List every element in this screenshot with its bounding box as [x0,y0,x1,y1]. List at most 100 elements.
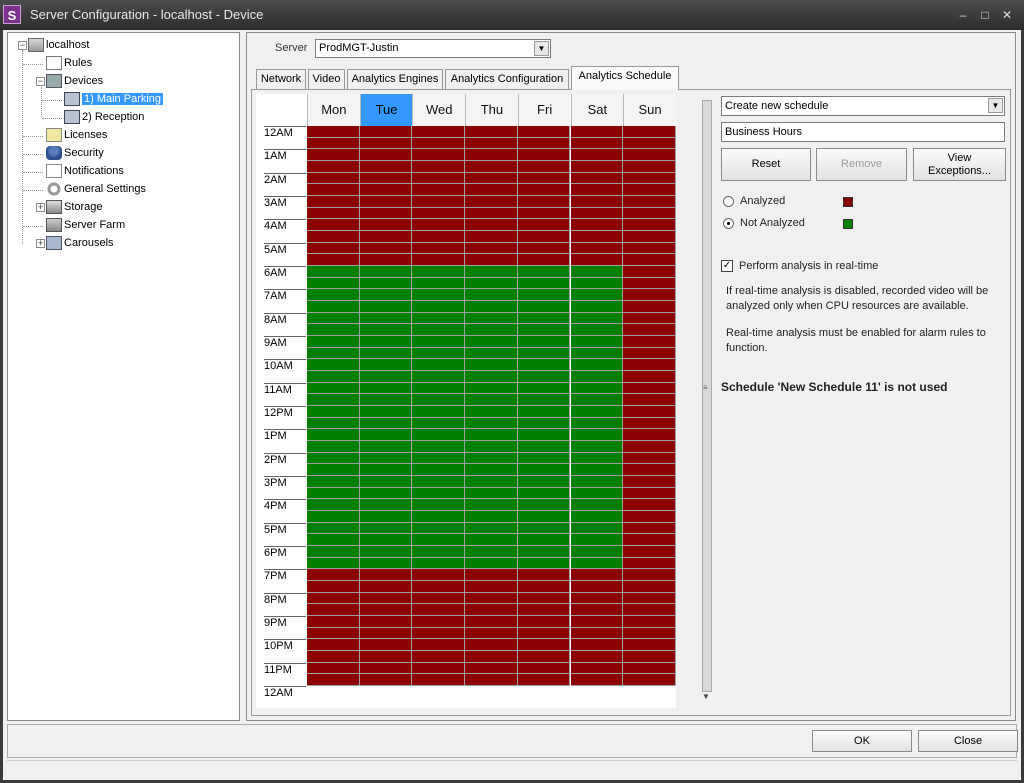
chevron-down-icon[interactable]: ▼ [988,98,1003,113]
schedule-cell[interactable] [359,616,413,628]
schedule-cell[interactable] [412,452,466,465]
schedule-cell[interactable] [412,592,466,605]
schedule-cell[interactable] [623,289,676,302]
schedule-cell[interactable] [623,511,676,523]
schedule-cell[interactable] [307,336,360,348]
schedule-cell[interactable] [359,336,413,348]
schedule-cell[interactable] [623,219,676,232]
schedule-cell[interactable] [412,406,466,418]
schedule-cell[interactable] [359,487,413,500]
close-window-button[interactable]: ✕ [999,7,1015,23]
schedule-cell[interactable] [359,464,413,477]
schedule-cell[interactable] [623,406,676,418]
schedule-cell[interactable] [412,301,466,313]
schedule-cell[interactable] [412,242,466,255]
schedule-cell[interactable] [623,394,676,407]
schedule-cell[interactable] [570,161,624,173]
schedule-cell[interactable] [359,359,413,372]
schedule-cell[interactable] [359,569,413,582]
schedule-cell[interactable] [307,406,360,418]
ok-button[interactable]: OK [812,730,912,752]
day-header-sat[interactable]: Sat [570,94,624,126]
tab-analytics-configuration[interactable]: Analytics Configuration [445,69,569,90]
tree-item-server-farm[interactable]: Server Farm [46,217,125,234]
schedule-cell[interactable] [307,394,360,407]
schedule-cell[interactable] [412,137,466,150]
schedule-cell[interactable] [307,126,360,138]
schedule-cell[interactable] [307,184,360,196]
schedule-cell[interactable] [307,289,360,302]
schedule-cell[interactable] [570,382,624,395]
schedule-cell[interactable] [465,546,518,558]
schedule-cell[interactable] [359,406,413,418]
schedule-cell[interactable] [517,406,571,418]
schedule-cell[interactable] [570,604,624,617]
schedule-cell[interactable] [412,161,466,173]
schedule-cell[interactable] [517,581,571,593]
scroll-track[interactable] [702,100,712,692]
schedule-cell[interactable] [570,441,624,453]
vertical-scrollbar[interactable]: ≡ ▼ [700,94,714,704]
schedule-cell[interactable] [465,441,518,453]
schedule-cell[interactable] [623,347,676,360]
schedule-cell[interactable] [359,417,413,430]
schedule-cell[interactable] [359,254,413,267]
schedule-cell[interactable] [307,172,360,185]
schedule-cell[interactable] [570,137,624,150]
schedule-cell[interactable] [623,312,676,325]
schedule-cell[interactable] [412,499,466,512]
schedule-cell[interactable] [307,359,360,372]
schedule-cell[interactable] [517,242,571,255]
schedule-cell[interactable] [623,674,676,687]
schedule-cell[interactable] [412,312,466,325]
minimize-button[interactable]: – [955,7,971,23]
analyzed-radio[interactable] [723,196,734,207]
schedule-cell[interactable] [307,301,360,313]
expand-devices-icon[interactable]: − [36,77,45,86]
schedule-cell[interactable] [465,359,518,372]
schedule-cell[interactable] [307,277,360,290]
schedule-cell[interactable] [412,336,466,348]
schedule-cell[interactable] [307,312,360,325]
schedule-cell[interactable] [359,627,413,640]
schedule-cell[interactable] [307,639,360,652]
schedule-cell[interactable] [465,452,518,465]
schedule-cell[interactable] [517,312,571,325]
schedule-cell[interactable] [570,651,624,663]
schedule-cell[interactable] [465,126,518,138]
schedule-cell[interactable] [570,406,624,418]
schedule-cell[interactable] [465,394,518,407]
schedule-cell[interactable] [517,569,571,582]
view-exceptions-button[interactable]: View Exceptions... [913,148,1006,181]
schedule-cell[interactable] [412,546,466,558]
schedule-cell[interactable] [359,394,413,407]
schedule-cell[interactable] [570,464,624,477]
scroll-down-icon[interactable]: ▼ [702,692,710,701]
schedule-cell[interactable] [412,254,466,267]
schedule-cell[interactable] [412,196,466,208]
schedule-cell[interactable] [623,441,676,453]
schedule-cells[interactable] [307,126,676,687]
schedule-cell[interactable] [412,487,466,500]
schedule-cell[interactable] [465,137,518,150]
schedule-cell[interactable] [465,662,518,675]
schedule-cell[interactable] [517,371,571,383]
schedule-cell[interactable] [412,219,466,232]
schedule-cell[interactable] [623,149,676,161]
schedule-cell[interactable] [307,441,360,453]
schedule-cell[interactable] [412,394,466,407]
schedule-cell[interactable] [359,499,413,512]
schedule-cell[interactable] [517,511,571,523]
schedule-cell[interactable] [570,569,624,582]
schedule-cell[interactable] [517,336,571,348]
schedule-cell[interactable] [465,417,518,430]
schedule-cell[interactable] [517,137,571,150]
not-analyzed-radio[interactable] [723,218,734,229]
schedule-cell[interactable] [465,406,518,418]
schedule-cell[interactable] [570,277,624,290]
schedule-cell[interactable] [359,581,413,593]
schedule-cell[interactable] [623,266,676,278]
schedule-cell[interactable] [570,616,624,628]
schedule-cell[interactable] [623,324,676,337]
expand-carousels-icon[interactable]: + [36,239,45,248]
